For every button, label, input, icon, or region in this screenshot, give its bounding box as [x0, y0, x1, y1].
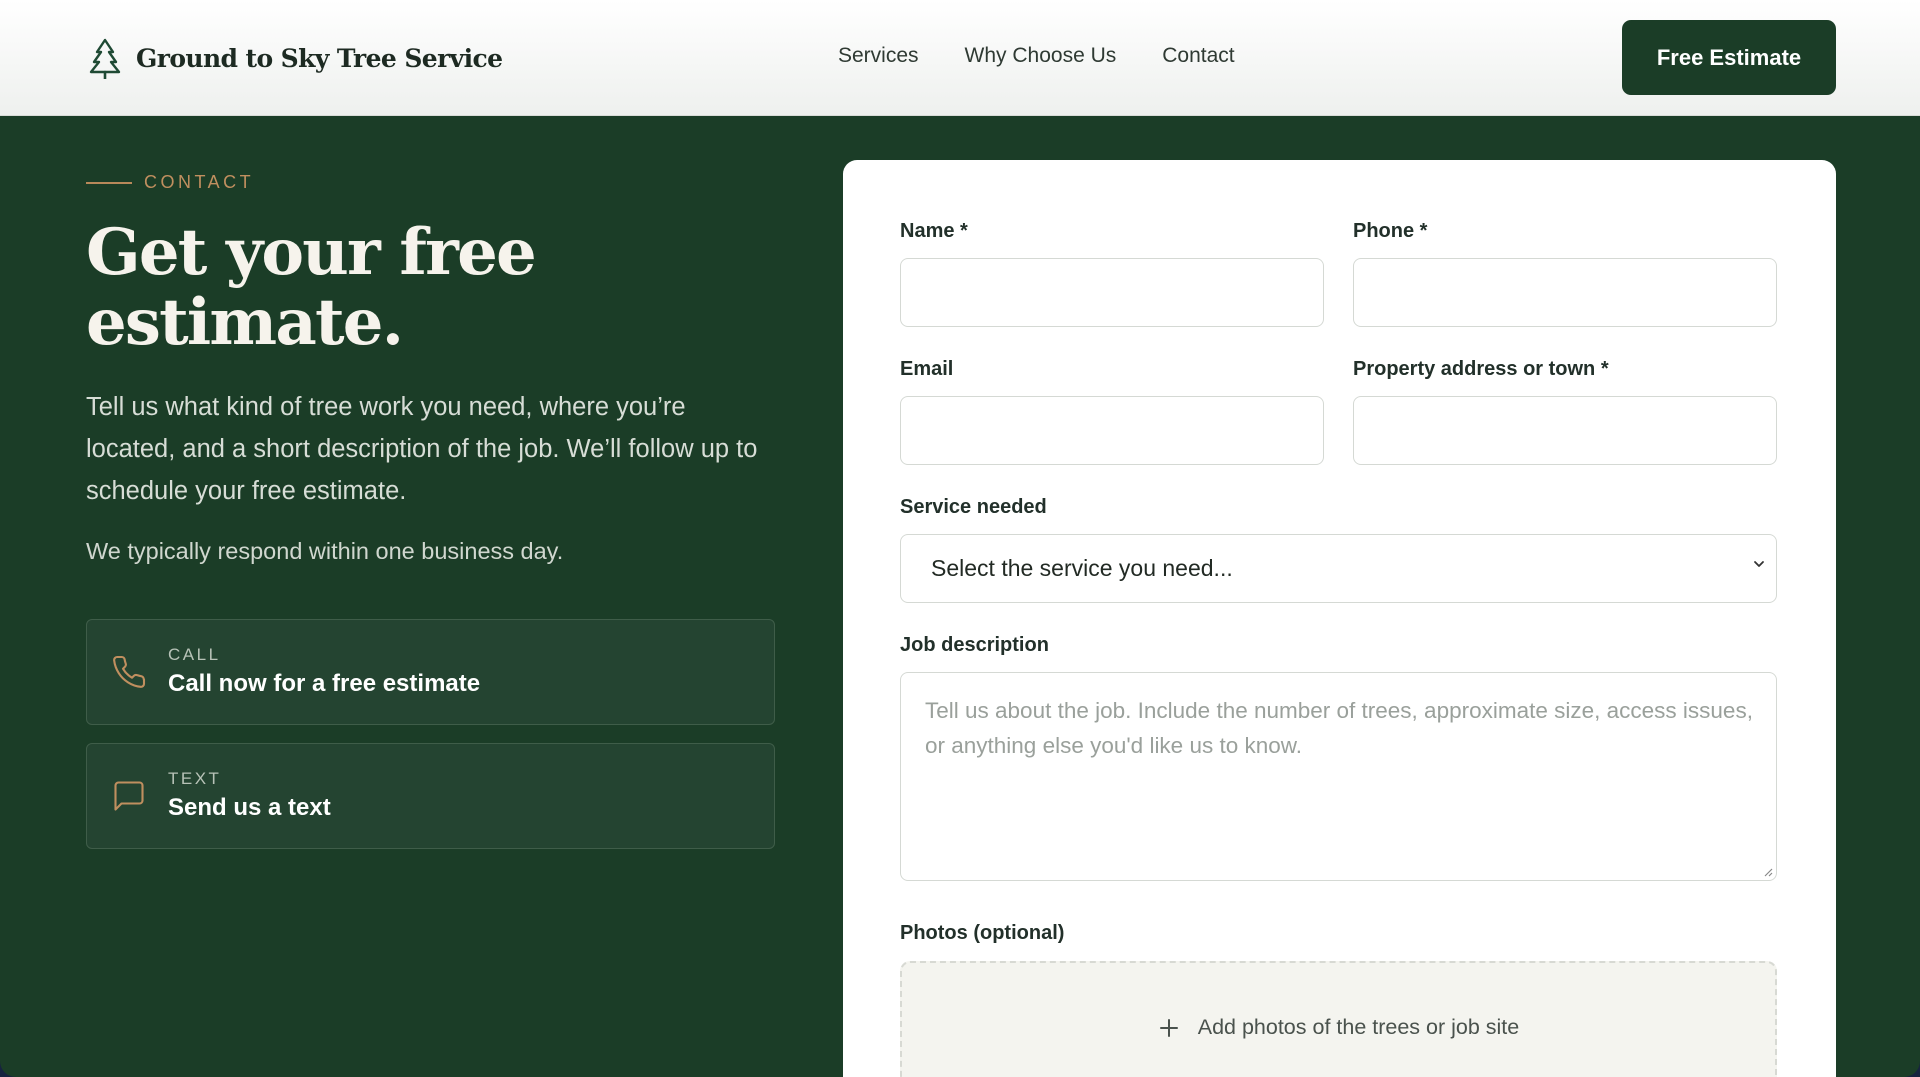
section-eyebrow: CONTACT — [86, 172, 254, 193]
contact-section: CONTACT Get your free estimate. Tell us … — [0, 116, 1920, 1077]
photo-upload-text: Add photos of the trees or job site — [1197, 1015, 1520, 1039]
main-nav: Services Why Choose Us Contact — [838, 44, 1235, 68]
message-icon — [114, 781, 144, 811]
call-card-title: Call now for a free estimate — [168, 670, 481, 697]
phone-input[interactable] — [1353, 258, 1777, 327]
photo-upload-dropzone[interactable]: Add photos of the trees or job site — [900, 961, 1777, 1077]
brand-name: Ground to Sky Tree Service — [136, 43, 503, 73]
service-select-value: Select the service you need... — [931, 555, 1233, 581]
call-card-label: CALL — [168, 645, 221, 664]
site-header: Ground to Sky Tree Service Services Why … — [0, 0, 1920, 116]
chevron-down-icon — [1754, 561, 1764, 567]
photos-label: Photos (optional) — [900, 922, 1065, 944]
pine-tree-icon — [89, 38, 121, 79]
brand-logo[interactable]: Ground to Sky Tree Service — [88, 36, 503, 80]
eyebrow-rule — [86, 181, 132, 184]
nav-why-choose-us[interactable]: Why Choose Us — [965, 44, 1117, 68]
intro-text: Tell us what kind of tree work you need,… — [86, 393, 758, 505]
email-label: Email — [900, 358, 954, 380]
job-description-textarea[interactable]: Tell us about the job. Include the numbe… — [900, 672, 1777, 881]
phone-label: Phone * — [1353, 220, 1428, 242]
nav-services[interactable]: Services — [838, 44, 919, 68]
name-input[interactable] — [900, 258, 1324, 327]
headline-line-2: estimate. — [86, 285, 404, 360]
text-card-label: TEXT — [168, 769, 222, 788]
call-card[interactable]: CALL Call now for a free estimate — [86, 619, 775, 725]
estimate-form: Name * Phone * Email Property address or… — [843, 160, 1836, 1077]
text-card[interactable]: TEXT Send us a text — [86, 743, 775, 849]
address-input[interactable] — [1353, 396, 1777, 465]
photo-upload-prompt: Add photos of the trees or job site — [902, 1015, 1775, 1040]
plus-icon — [1159, 1018, 1178, 1037]
nav-contact[interactable]: Contact — [1162, 44, 1234, 68]
job-description-placeholder: Tell us about the job. Include the numbe… — [925, 698, 1753, 758]
eyebrow-text: CONTACT — [144, 172, 255, 192]
service-label: Service needed — [900, 496, 1047, 518]
address-label: Property address or town * — [1353, 358, 1609, 380]
page-title: Get your free estimate. — [86, 218, 706, 358]
phone-icon — [113, 655, 146, 688]
resize-handle-icon[interactable] — [1761, 865, 1773, 877]
email-input[interactable] — [900, 396, 1324, 465]
free-estimate-button[interactable]: Free Estimate — [1622, 20, 1836, 95]
text-card-title: Send us a text — [168, 794, 331, 821]
name-label: Name * — [900, 220, 968, 242]
headline-line-1: Get your free — [86, 215, 537, 290]
service-select[interactable]: Select the service you need... — [900, 534, 1777, 603]
job-description-label: Job description — [900, 634, 1049, 656]
response-note: We typically respond within one business… — [86, 538, 564, 564]
